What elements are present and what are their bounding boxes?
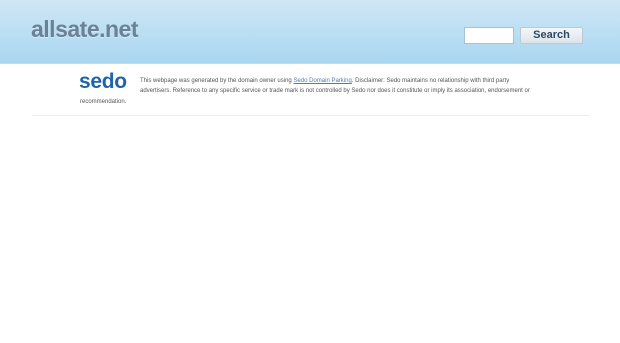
disclaimer-prefix: This webpage was generated by the domain… bbox=[140, 78, 294, 84]
search-button[interactable]: Search bbox=[520, 27, 583, 44]
search-input[interactable] bbox=[464, 27, 514, 44]
disclaimer-continuation: advertisers. Reference to any specific s… bbox=[80, 88, 576, 108]
disclaimer-line-3: recommendation. bbox=[80, 99, 127, 105]
disclaimer-line-2: advertisers. Reference to any specific s… bbox=[140, 88, 530, 94]
header-bar: allsate.net Search bbox=[0, 0, 620, 64]
site-title[interactable]: allsate.net bbox=[31, 16, 139, 43]
disclaimer-box: sedo This webpage was generated by the d… bbox=[32, 64, 590, 116]
sedo-domain-parking-link[interactable]: Sedo Domain Parking bbox=[293, 78, 351, 84]
disclaimer-suffix: . Disclaimer: Sedo maintains no relation… bbox=[351, 78, 510, 84]
